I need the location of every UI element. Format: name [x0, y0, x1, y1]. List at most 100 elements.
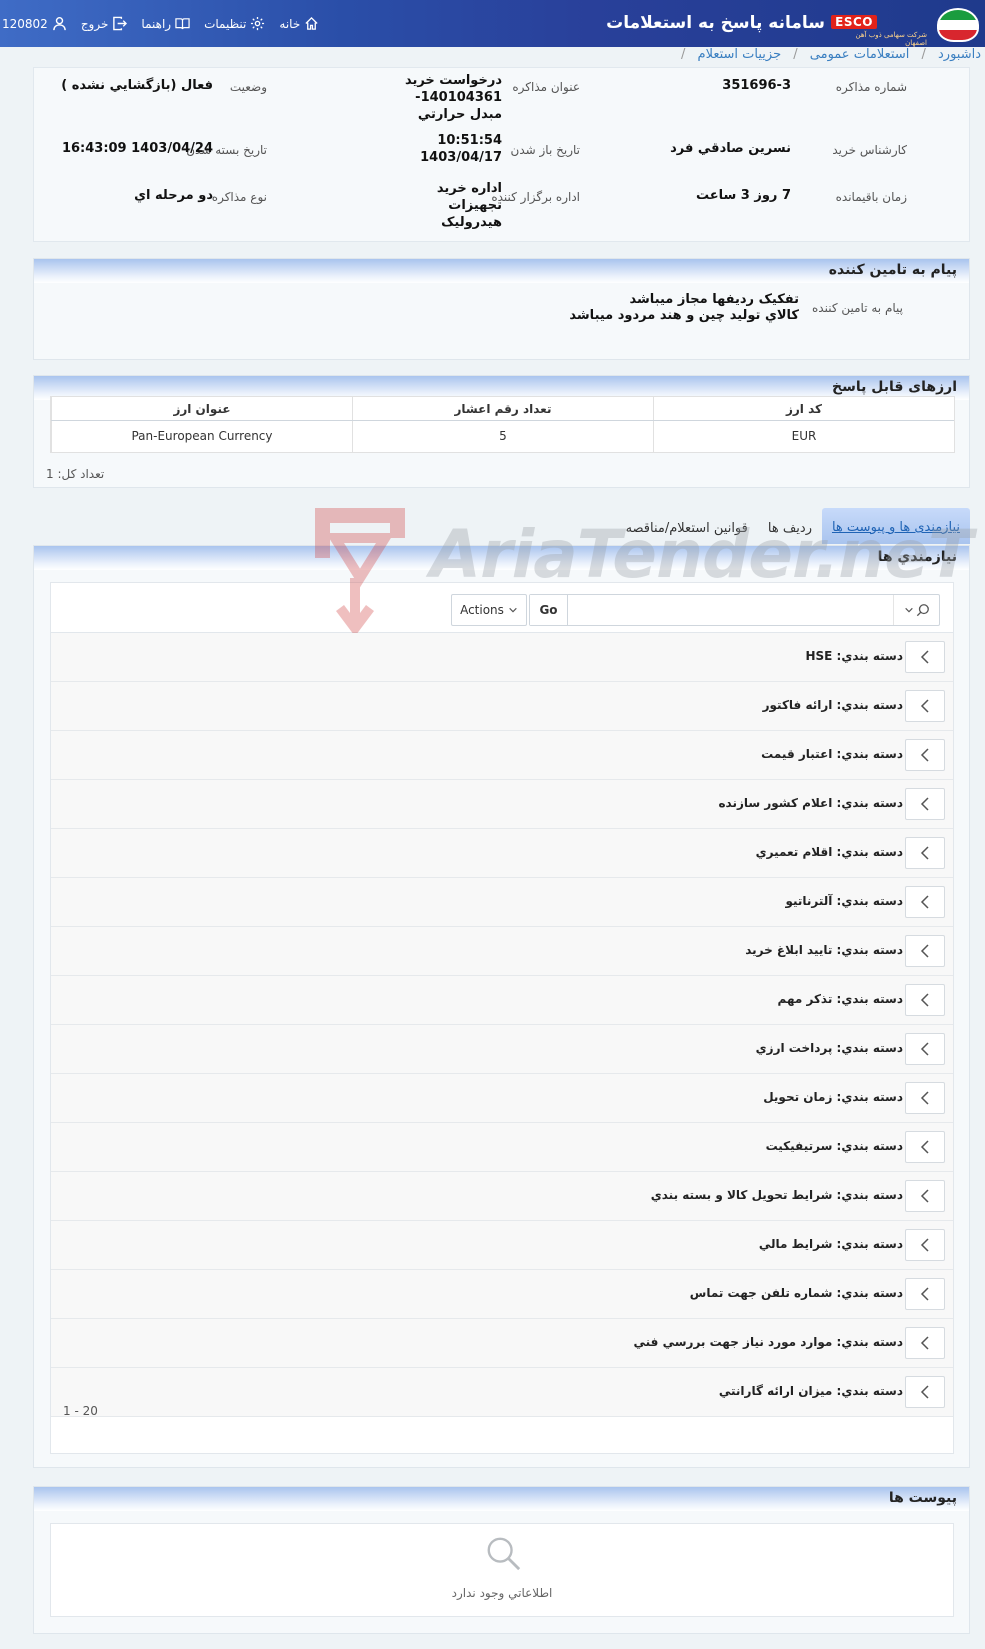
requirement-category-label: دسته بندي: زمان تحويل	[763, 1090, 903, 1104]
list-item[interactable]: دسته بندي: تذکر مهم	[51, 976, 953, 1025]
organizer-label: اداره برگزار کننده	[491, 190, 580, 204]
home-button[interactable]: خانه	[279, 16, 319, 31]
chevron-left-icon	[920, 1140, 929, 1154]
status-value: فعال (بازگشايي نشده )	[61, 78, 213, 93]
remaining-time-label: زمان باقیمانده	[835, 190, 907, 204]
expand-button[interactable]	[905, 1278, 945, 1310]
expand-button[interactable]	[905, 984, 945, 1016]
actions-menu-button[interactable]: Actions	[451, 594, 527, 626]
cell-decimal-digits: 5	[352, 421, 653, 452]
table-row[interactable]: EUR 5 Pan-European Currency	[51, 421, 954, 452]
list-item[interactable]: دسته بندي: آلترناتيو	[51, 878, 953, 927]
expand-button[interactable]	[905, 1376, 945, 1408]
list-item[interactable]: دسته بندي: زمان تحويل	[51, 1074, 953, 1123]
list-item[interactable]: دسته بندي: HSE	[51, 633, 953, 682]
breadcrumb-separator: /	[921, 47, 926, 62]
expand-button[interactable]	[905, 788, 945, 820]
expand-button[interactable]	[905, 935, 945, 967]
chevron-down-icon	[509, 607, 517, 613]
breadcrumb: داشبورد / استعلامات عمومی / جزییات استعل…	[677, 47, 985, 65]
settings-label: تنظیمات	[204, 16, 247, 31]
list-item[interactable]: دسته بندي: سرتيفيکيت	[51, 1123, 953, 1172]
search-column-selector[interactable]	[893, 595, 939, 625]
requirements-section: نیازمندي ها Go Actions دسته بندي: HSE دست…	[33, 545, 970, 1468]
expand-button[interactable]	[905, 1180, 945, 1212]
tab-rules[interactable]: قوانین استعلام/مناقصه	[616, 511, 758, 544]
breadcrumb-separator: /	[680, 47, 686, 62]
search-box: Go	[529, 594, 940, 626]
expand-button[interactable]	[905, 1131, 945, 1163]
requirement-category-label: دسته بندي: تذکر مهم	[777, 992, 903, 1006]
list-item[interactable]: دسته بندي: اعتبار قيمت	[51, 731, 953, 780]
system-title: سامانه پاسخ به استعلامات	[606, 13, 825, 33]
pagination-info: 1 - 20	[63, 1404, 98, 1418]
supplier-message-title: پیام به تامین کننده	[34, 259, 969, 283]
inquiry-info-panel: شماره مذاکره 351696-3 عنوان مذاکره درخوا…	[33, 67, 970, 242]
list-item[interactable]: دسته بندي: شماره تلفن جهت تماس	[51, 1270, 953, 1319]
negotiation-title: درخواست خريد 140104361- مبدل حرارتي	[404, 73, 502, 122]
chevron-left-icon	[920, 1189, 929, 1203]
chevron-left-icon	[920, 1287, 929, 1301]
list-item[interactable]: دسته بندي: اقلام تعميري	[51, 829, 953, 878]
empty-state-text: اطلاعاتي وجود ندارد	[451, 1586, 553, 1600]
supplier-message-section: پیام به تامین کننده پیام به تامین کننده …	[33, 258, 970, 360]
negotiation-type: دو مرحله اي	[134, 188, 213, 203]
open-date-label: تاریخ باز شدن	[510, 143, 580, 157]
requirement-category-label: دسته بندي: اعتبار قيمت	[761, 747, 903, 761]
open-time: 10:51:54	[437, 133, 502, 148]
attachments-title: پیوست ها	[34, 1487, 969, 1511]
negotiation-number-label: شماره مذاکره	[835, 80, 907, 94]
flag-emblem-icon	[937, 8, 979, 42]
chevron-left-icon	[920, 1091, 929, 1105]
breadcrumb-dashboard[interactable]: داشبورد	[938, 47, 981, 62]
expand-button[interactable]	[905, 641, 945, 673]
go-button[interactable]: Go	[530, 595, 568, 625]
requirement-category-label: دسته بندي: موارد مورد نياز جهت بررسي فني	[633, 1335, 903, 1349]
expand-button[interactable]	[905, 690, 945, 722]
settings-button[interactable]: تنظیمات	[204, 16, 265, 31]
expand-button[interactable]	[905, 1229, 945, 1261]
gear-icon	[251, 16, 265, 31]
esco-logo: ESCO	[831, 15, 877, 29]
list-item[interactable]: دسته بندي: پرداخت ارزي	[51, 1025, 953, 1074]
breadcrumb-inquiry-details[interactable]: جزییات استعلام	[698, 47, 782, 62]
list-item[interactable]: دسته بندي: شرايط مالي	[51, 1221, 953, 1270]
chevron-left-icon	[920, 699, 929, 713]
exit-button[interactable]: خروج	[81, 16, 128, 31]
organizer-value: اداره خريد تجهيزات هيدروليک	[436, 181, 502, 230]
supplier-message-line1: تفکيک رديفها مجاز ميباشد	[629, 292, 799, 307]
expand-button[interactable]	[905, 1033, 945, 1065]
chevron-down-icon	[904, 607, 913, 613]
guide-button[interactable]: راهنما	[141, 16, 190, 31]
list-item[interactable]: دسته بندي: ارائه فاکتور	[51, 682, 953, 731]
currencies-section: ارزهای قابل پاسخ کد ارز تعداد رقم اعشار …	[33, 375, 970, 488]
tab-rows[interactable]: ردیف ها	[758, 511, 822, 544]
expand-button[interactable]	[905, 739, 945, 771]
currencies-table-header: کد ارز تعداد رقم اعشار عنوان ارز	[51, 397, 954, 421]
expand-button[interactable]	[905, 837, 945, 869]
chevron-left-icon	[920, 993, 929, 1007]
list-item[interactable]: دسته بندي: شرايط تحويل کالا و بسته بندي	[51, 1172, 953, 1221]
actions-label: Actions	[460, 603, 504, 617]
tab-requirements-attachments[interactable]: نیازمندی ها و پیوست ها	[821, 508, 970, 544]
breadcrumb-separator: /	[793, 47, 798, 62]
user-menu[interactable]: 120802	[2, 16, 67, 31]
list-item[interactable]: دسته بندي: ميزان ارائه گارانتي	[51, 1368, 953, 1417]
breadcrumb-public-inquiries[interactable]: استعلامات عمومی	[810, 47, 910, 62]
column-header-currency-title[interactable]: عنوان ارز	[51, 397, 352, 420]
user-icon	[52, 16, 66, 31]
expand-button[interactable]	[905, 886, 945, 918]
expand-button[interactable]	[905, 1327, 945, 1359]
list-item[interactable]: دسته بندي: تاييد ابلاغ خريد	[51, 927, 953, 976]
exit-icon	[113, 16, 128, 31]
currencies-total-count: تعداد کل: 1	[46, 467, 105, 481]
requirement-category-label: دسته بندي: اعلام کشور سازنده	[718, 796, 903, 810]
list-item[interactable]: دسته بندي: اعلام کشور سازنده	[51, 780, 953, 829]
column-header-currency-code[interactable]: کد ارز	[653, 397, 954, 420]
search-input[interactable]	[570, 595, 892, 625]
list-item[interactable]: دسته بندي: موارد مورد نياز جهت بررسي فني	[51, 1319, 953, 1368]
expand-button[interactable]	[905, 1082, 945, 1114]
requirement-category-label: دسته بندي: ارائه فاکتور	[762, 698, 903, 712]
negotiation-title-label: عنوان مذاکره	[512, 80, 580, 94]
column-header-decimal-digits[interactable]: تعداد رقم اعشار	[352, 397, 653, 420]
